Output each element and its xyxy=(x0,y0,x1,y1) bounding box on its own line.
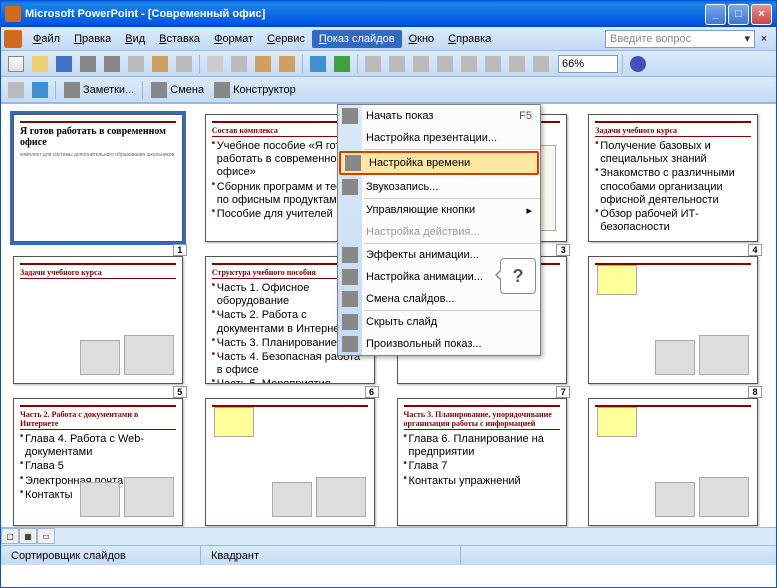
close-button[interactable]: × xyxy=(751,4,772,25)
menu-item--[interactable]: Управляющие кнопки▸ xyxy=(338,199,540,221)
menu-формат[interactable]: Формат xyxy=(207,30,260,48)
maximize-button[interactable]: □ xyxy=(728,4,749,25)
normal-view-button[interactable]: ▢ xyxy=(1,528,19,544)
menu-item--: Настройка действия... xyxy=(338,221,540,243)
slide-number: 7 xyxy=(556,386,570,398)
slide-number: 6 xyxy=(365,386,379,398)
toolbar-slidesorter: Заметки... Смена Конструктор xyxy=(1,77,776,103)
menu-chevron[interactable]: × xyxy=(755,33,773,45)
menu-справка[interactable]: Справка xyxy=(441,30,498,48)
color-button[interactable] xyxy=(530,53,552,75)
slide-number: 1 xyxy=(173,244,187,256)
system-icon[interactable] xyxy=(4,30,22,48)
slide-thumbnail-12[interactable] xyxy=(588,398,758,526)
slide-thumbnail-1[interactable]: Я готов работать в современном офисекомп… xyxy=(13,114,183,242)
menu-item--[interactable]: Звукозапись... xyxy=(338,176,540,198)
redo-button[interactable] xyxy=(331,53,353,75)
notes-button[interactable]: Заметки... xyxy=(60,82,138,98)
chart-button[interactable] xyxy=(362,53,384,75)
slideshow-view-button[interactable]: ▭ xyxy=(37,528,55,544)
slideshow-menu-dropdown: Начать показF5Настройка презентации...На… xyxy=(337,104,541,356)
ask-question-box[interactable]: Введите вопрос xyxy=(605,30,755,48)
zoom-box[interactable]: 66% xyxy=(558,55,618,73)
help-tooltip[interactable]: ? xyxy=(500,258,536,294)
transition-button[interactable]: Смена xyxy=(147,82,208,98)
status-left: Сортировщик слайдов xyxy=(1,546,201,565)
save-button[interactable] xyxy=(53,53,75,75)
hide-slide-button[interactable] xyxy=(5,79,27,101)
paste-button[interactable] xyxy=(252,53,274,75)
rehearse-button[interactable] xyxy=(29,79,51,101)
slide-number: 4 xyxy=(748,244,762,256)
slide-thumbnail-10[interactable] xyxy=(205,398,375,526)
slide-thumbnail-5[interactable]: Задачи учебного курса xyxy=(13,256,183,384)
window-title: Microsoft PowerPoint - [Современный офис… xyxy=(25,8,705,20)
minimize-button[interactable]: _ xyxy=(705,4,726,25)
undo-button[interactable] xyxy=(307,53,329,75)
grid-button[interactable] xyxy=(506,53,528,75)
status-center: Квадрант xyxy=(201,546,461,565)
menu-вставка[interactable]: Вставка xyxy=(152,30,207,48)
menu-item--[interactable]: Начать показF5 xyxy=(338,105,540,127)
menu-вид[interactable]: Вид xyxy=(118,30,152,48)
hyperlink-button[interactable] xyxy=(434,53,456,75)
research-button[interactable] xyxy=(173,53,195,75)
menu-правка[interactable]: Правка xyxy=(67,30,118,48)
menu-показ слайдов[interactable]: Показ слайдов xyxy=(312,30,402,48)
menu-сервис[interactable]: Сервис xyxy=(260,30,312,48)
menubar: ФайлПравкаВидВставкаФорматСервисПоказ сл… xyxy=(1,27,776,51)
view-buttons: ▢ ▦ ▭ xyxy=(1,527,776,545)
menu-item--[interactable]: Настройка презентации... xyxy=(338,127,540,149)
slide-thumbnail-8[interactable] xyxy=(588,256,758,384)
new-button[interactable] xyxy=(5,53,27,75)
show-button[interactable] xyxy=(482,53,504,75)
tables-button[interactable] xyxy=(410,53,432,75)
statusbar: Сортировщик слайдов Квадрант xyxy=(1,545,776,565)
slide-number: 3 xyxy=(556,244,570,256)
cut-button[interactable] xyxy=(204,53,226,75)
menu-файл[interactable]: Файл xyxy=(26,30,67,48)
sorter-view-button[interactable]: ▦ xyxy=(19,528,37,544)
menu-окно[interactable]: Окно xyxy=(402,30,442,48)
menu-item--[interactable]: Скрыть слайд xyxy=(338,311,540,333)
format-painter-button[interactable] xyxy=(276,53,298,75)
slide-thumbnail-9[interactable]: Часть 2. Работа с документами в Интернет… xyxy=(13,398,183,526)
app-icon xyxy=(5,6,21,22)
workspace: Я готов работать в современном офисекомп… xyxy=(1,103,776,545)
table-button[interactable] xyxy=(386,53,408,75)
slide-number: 8 xyxy=(748,386,762,398)
preview-button[interactable] xyxy=(125,53,147,75)
open-button[interactable] xyxy=(29,53,51,75)
slide-thumbnail-11[interactable]: Часть 3. Планирование, упорядочивание ор… xyxy=(397,398,567,526)
slide-thumbnail-4[interactable]: Задачи учебного курсаПолучение базовых и… xyxy=(588,114,758,242)
spell-button[interactable] xyxy=(149,53,171,75)
help-button[interactable] xyxy=(627,53,649,75)
permission-button[interactable] xyxy=(77,53,99,75)
slide-number: 5 xyxy=(173,386,187,398)
titlebar: Microsoft PowerPoint - [Современный офис… xyxy=(1,1,776,27)
toolbar-standard: 66% xyxy=(1,51,776,77)
menu-item--[interactable]: Произвольный показ... xyxy=(338,333,540,355)
copy-button[interactable] xyxy=(228,53,250,75)
designer-button[interactable]: Конструктор xyxy=(210,82,300,98)
menu-item--[interactable]: Настройка времени xyxy=(339,151,539,175)
expand-button[interactable] xyxy=(458,53,480,75)
print-button[interactable] xyxy=(101,53,123,75)
